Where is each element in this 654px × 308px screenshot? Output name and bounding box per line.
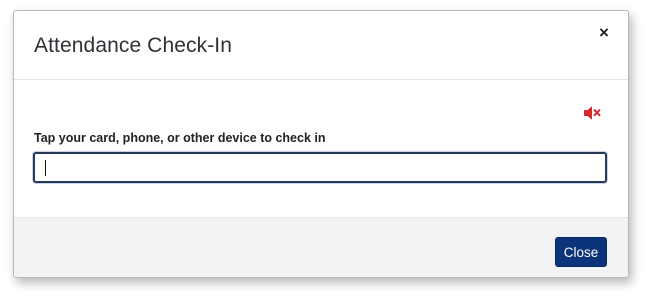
checkin-field-label: Tap your card, phone, or other device to… bbox=[34, 131, 326, 145]
dialog-title: Attendance Check-In bbox=[34, 34, 233, 57]
close-button[interactable]: Close bbox=[555, 237, 607, 267]
attendance-checkin-dialog: Attendance Check-In × Tap your card, pho… bbox=[13, 10, 629, 278]
close-icon[interactable]: × bbox=[594, 23, 614, 43]
dialog-body: Tap your card, phone, or other device to… bbox=[14, 80, 628, 217]
checkin-input[interactable] bbox=[33, 152, 607, 183]
speaker-muted-icon[interactable] bbox=[583, 105, 603, 121]
text-caret bbox=[45, 160, 46, 176]
dialog-footer: Close bbox=[14, 217, 628, 277]
dialog-header: Attendance Check-In × bbox=[14, 11, 628, 80]
